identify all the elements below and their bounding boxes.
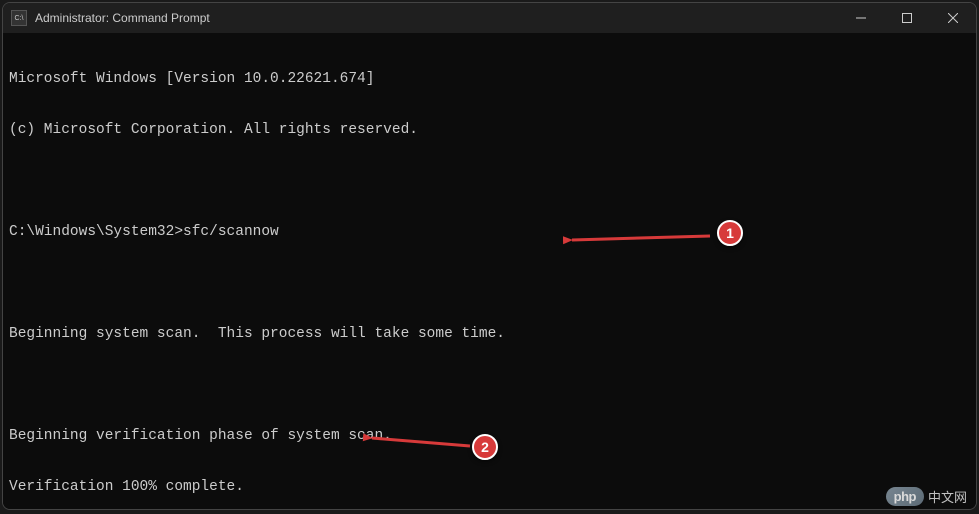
cmd-icon: C:\	[11, 10, 27, 26]
terminal-line: C:\Windows\System32>sfc/scannow	[9, 224, 970, 241]
window-title: Administrator: Command Prompt	[35, 11, 838, 25]
minimize-icon	[856, 13, 866, 23]
terminal-line: (c) Microsoft Corporation. All rights re…	[9, 122, 970, 139]
terminal-line: Microsoft Windows [Version 10.0.22621.67…	[9, 71, 970, 88]
minimize-button[interactable]	[838, 3, 884, 33]
titlebar[interactable]: C:\ Administrator: Command Prompt	[3, 3, 976, 33]
terminal-line	[9, 173, 970, 190]
terminal-line: Beginning system scan. This process will…	[9, 326, 970, 343]
terminal-line: Verification 100% complete.	[9, 479, 970, 496]
close-icon	[948, 13, 958, 23]
close-button[interactable]	[930, 3, 976, 33]
watermark: php 中文网	[886, 487, 967, 506]
annotation-badge-1: 1	[717, 220, 743, 246]
annotation-badge-2: 2	[472, 434, 498, 460]
terminal-line	[9, 377, 970, 394]
watermark-text: 中文网	[928, 487, 967, 506]
terminal-line	[9, 275, 970, 292]
watermark-logo: php	[886, 487, 924, 506]
maximize-icon	[902, 13, 912, 23]
command-prompt-window: C:\ Administrator: Command Prompt Micros…	[2, 2, 977, 510]
maximize-button[interactable]	[884, 3, 930, 33]
window-controls	[838, 3, 976, 33]
